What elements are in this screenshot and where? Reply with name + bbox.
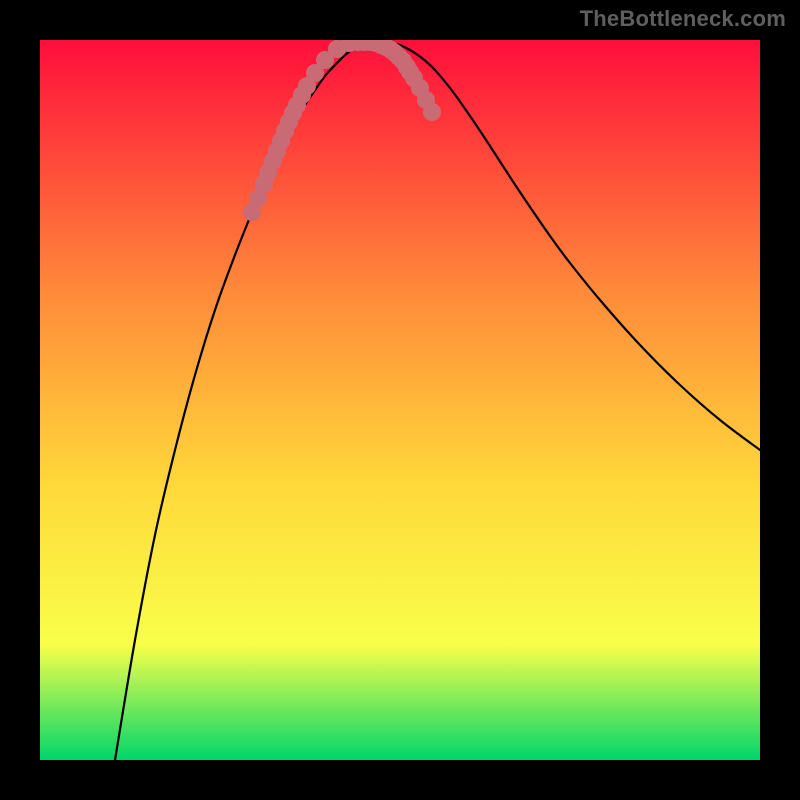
chart-background (40, 40, 760, 760)
chart-plot-area (40, 40, 760, 760)
dot-point (423, 103, 441, 121)
chart-svg (40, 40, 760, 760)
watermark-label: TheBottleneck.com (580, 6, 786, 32)
chart-stage: TheBottleneck.com (0, 0, 800, 800)
